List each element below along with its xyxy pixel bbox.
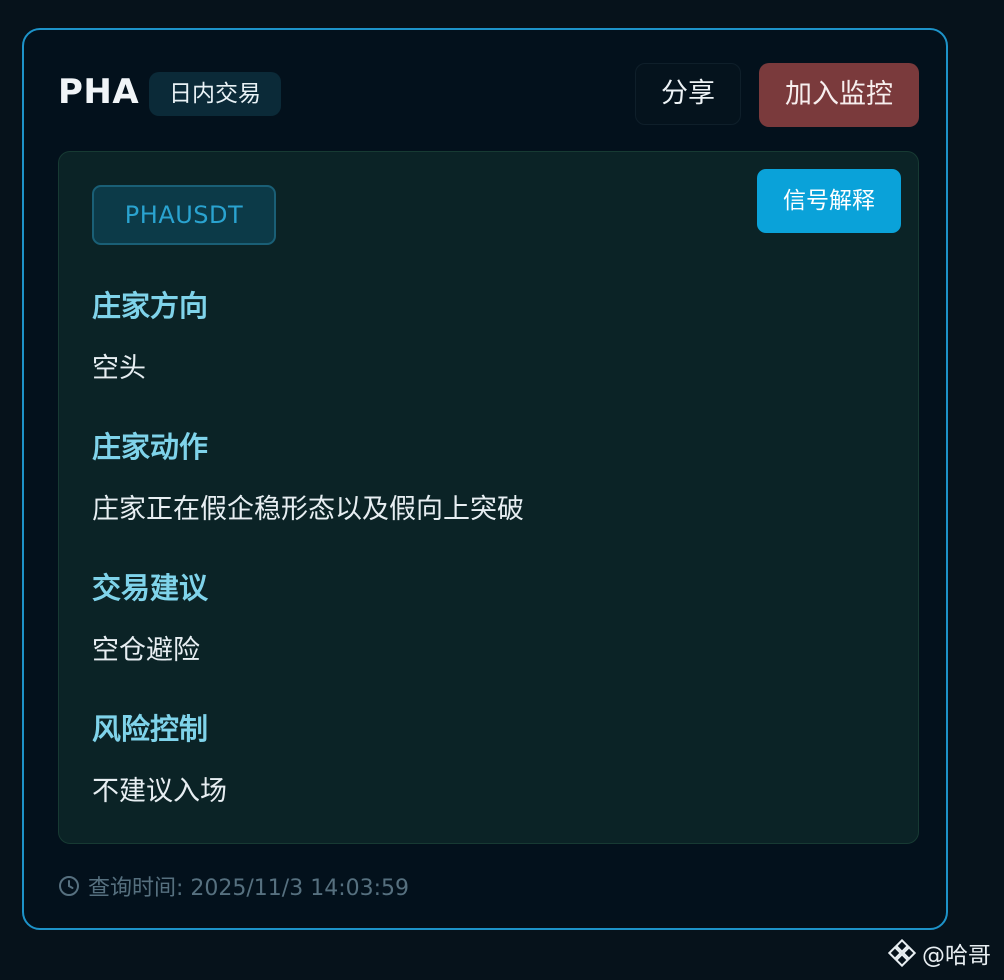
watermark: @哈哥: [888, 936, 991, 970]
binance-logo-icon: [888, 939, 916, 967]
section-title-risk: 风险控制: [92, 712, 209, 746]
signal-card: PHA 日内交易 分享 加入监控 PHAUSDT 信号解释 庄家方向 空头 庄家…: [22, 28, 948, 930]
section-title-advice: 交易建议: [92, 571, 209, 605]
section-value-advice: 空仓避险: [92, 635, 200, 666]
trade-mode-badge: 日内交易: [149, 72, 281, 116]
section-value-direction: 空头: [92, 353, 146, 384]
signal-panel: PHAUSDT 信号解释 庄家方向 空头 庄家动作 庄家正在假企稳形态以及假向上…: [58, 151, 919, 844]
explain-signal-button[interactable]: 信号解释: [757, 169, 901, 233]
add-monitor-button[interactable]: 加入监控: [759, 63, 919, 127]
query-time-text: 查询时间: 2025/11/3 14:03:59: [88, 876, 410, 901]
watermark-text: @哈哥: [922, 943, 991, 969]
section-value-action: 庄家正在假企稳形态以及假向上突破: [92, 494, 524, 525]
symbol-title: PHA: [58, 72, 140, 112]
section-value-risk: 不建议入场: [92, 776, 227, 807]
clock-icon: [59, 876, 79, 896]
share-button[interactable]: 分享: [635, 63, 741, 125]
pair-tag: PHAUSDT: [92, 185, 276, 245]
query-time-row: 查询时间: 2025/11/3 14:03:59: [58, 870, 409, 902]
section-title-direction: 庄家方向: [92, 289, 209, 323]
section-title-action: 庄家动作: [92, 430, 209, 464]
